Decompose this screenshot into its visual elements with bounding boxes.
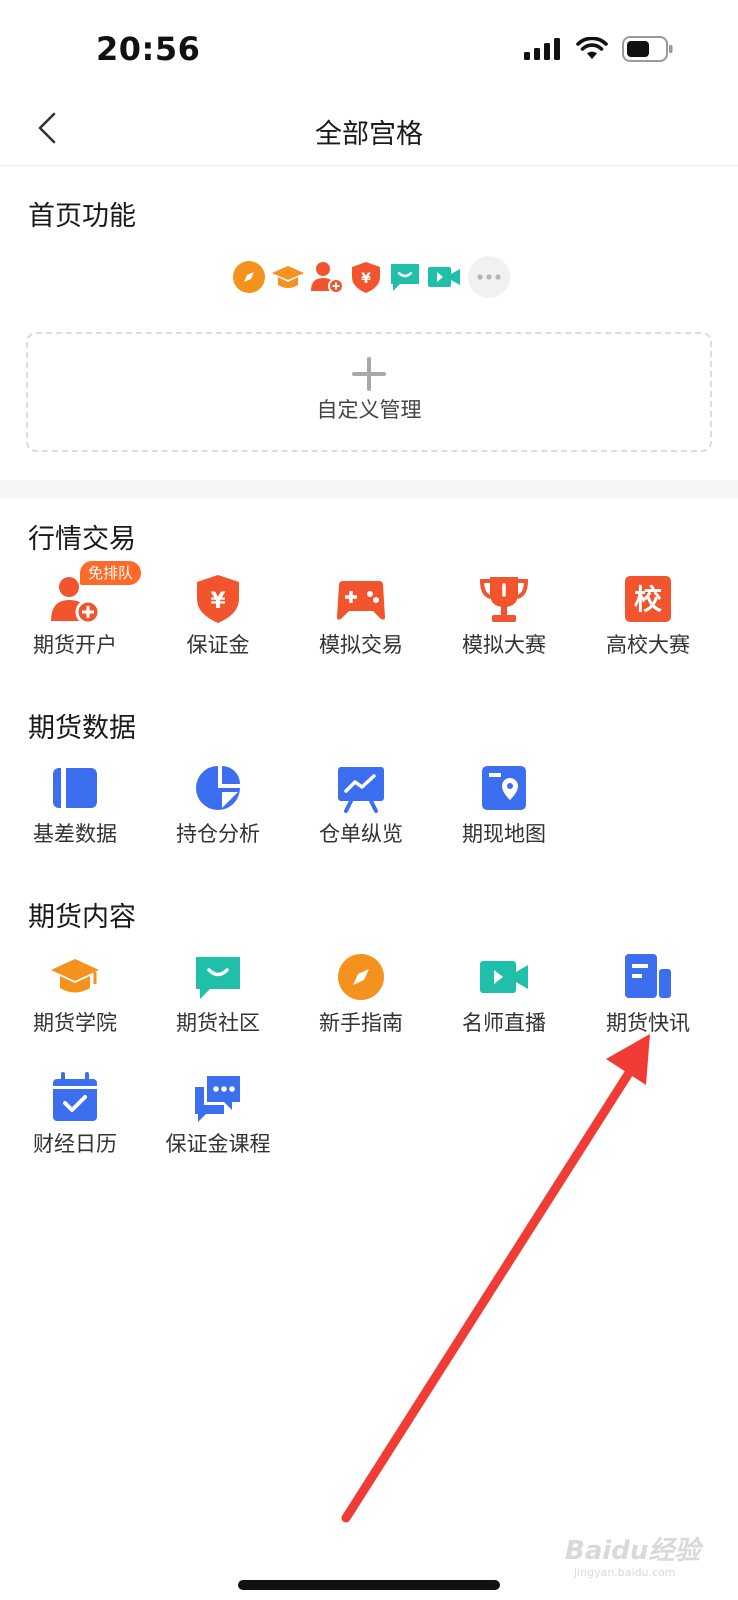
battery-icon — [622, 36, 673, 62]
grid-item-label: 期货社区 — [176, 1011, 260, 1035]
user-add-icon — [310, 260, 344, 294]
grid-item-label: 持仓分析 — [176, 822, 260, 846]
grid-item-label: 财经日历 — [33, 1132, 117, 1156]
grid-item-label: 期货学院 — [33, 1011, 117, 1035]
chat-bubble-icon — [388, 260, 422, 294]
grid-item-label: 期现地图 — [462, 822, 546, 846]
grid-item-warehouse-overview[interactable]: 仓单纵览 — [288, 762, 434, 862]
calendar-check-icon — [53, 1072, 97, 1121]
grid-item-position-analysis[interactable]: 持仓分析 — [145, 762, 291, 862]
grid-item-sim-contest[interactable]: 模拟大赛 — [431, 573, 577, 673]
grid-item-finance-calendar[interactable]: 财经日历 — [2, 1072, 148, 1172]
video-camera-icon — [427, 260, 461, 294]
section-divider — [0, 480, 738, 498]
school-glyph: 校 — [634, 583, 663, 616]
section-title-data: 期货数据 — [28, 713, 136, 744]
gamepad-icon — [337, 581, 385, 620]
compass-icon — [232, 260, 266, 294]
section-title-content: 期货内容 — [28, 902, 136, 933]
plus-icon — [352, 357, 386, 391]
grid-item-margin[interactable]: ¥ 保证金 — [145, 573, 291, 673]
video-camera-icon — [480, 961, 528, 993]
custom-manage-button[interactable]: 自定义管理 — [26, 332, 712, 452]
page-title: 全部宫格 — [315, 119, 423, 150]
grid-item-label: 模拟大赛 — [462, 633, 546, 657]
graduation-cap-icon — [51, 959, 99, 993]
section-title-trading: 行情交易 — [28, 524, 136, 555]
grid-item-sim-trading[interactable]: 模拟交易 — [288, 573, 434, 673]
school-icon: 校 — [625, 576, 671, 622]
grid-item-futures-community[interactable]: 期货社区 — [145, 951, 291, 1051]
status-bar: 20:56 — [0, 0, 738, 100]
pinned-icons: ¥ — [232, 256, 510, 298]
grid-item-spot-map[interactable]: 期现地图 — [431, 762, 577, 862]
yuan-shield-icon: ¥ — [349, 260, 383, 294]
watermark-logo: Baidu经验 — [565, 1536, 701, 1566]
grid-item-beginner-guide[interactable]: 新手指南 — [288, 951, 434, 1051]
grid-item-label: 仓单纵览 — [319, 822, 403, 846]
graduation-cap-icon — [271, 260, 305, 294]
grid-item-label: 名师直播 — [462, 1011, 546, 1035]
compass-icon — [338, 954, 384, 1000]
status-time: 20:56 — [96, 30, 201, 68]
queue-free-badge: 免排队 — [80, 561, 142, 585]
signal-icon — [524, 38, 560, 60]
grid-item-label: 保证金课程 — [165, 1132, 271, 1156]
newspaper-icon — [625, 954, 671, 998]
chat-bubble-icon — [196, 957, 240, 999]
grid-item-label: 保证金 — [186, 633, 250, 657]
notebook-icon — [53, 768, 97, 808]
custom-manage-label: 自定义管理 — [316, 398, 422, 422]
section-title-home: 首页功能 — [28, 201, 136, 232]
watermark-url: jingyan.baidu.com — [574, 1566, 676, 1579]
grid-item-futures-academy[interactable]: 期货学院 — [2, 951, 148, 1051]
grid-item-futures-account[interactable]: 免排队 期货开户 — [2, 561, 148, 673]
svg-text:¥: ¥ — [210, 589, 226, 614]
grid-item-label: 模拟交易 — [319, 633, 403, 657]
grid-item-college-contest[interactable]: 校 高校大赛 — [575, 573, 721, 673]
grid-item-basis-data[interactable]: 基差数据 — [2, 762, 148, 862]
map-pin-icon — [482, 766, 526, 810]
grid-item-label: 高校大赛 — [606, 633, 690, 657]
grid-item-label: 新手指南 — [319, 1011, 403, 1035]
pie-chart-icon — [196, 766, 240, 810]
grid-item-margin-course[interactable]: 保证金课程 — [145, 1072, 291, 1172]
svg-text:¥: ¥ — [361, 271, 371, 287]
nav-bar: 全部宫格 — [0, 96, 738, 166]
grid-item-label: 基差数据 — [33, 822, 117, 846]
grid-item-label: 期货开户 — [33, 633, 117, 657]
grid-item-label: 期货快讯 — [606, 1011, 690, 1035]
status-icons — [524, 34, 674, 64]
chat-messages-icon — [195, 1076, 240, 1122]
more-icon — [468, 256, 510, 298]
presentation-chart-icon — [338, 767, 384, 813]
home-indicator[interactable] — [238, 1580, 500, 1590]
wifi-icon — [576, 37, 608, 59]
grid-item-live-teacher[interactable]: 名师直播 — [431, 951, 577, 1051]
yuan-shield-icon: ¥ — [197, 575, 239, 623]
grid-item-futures-news[interactable]: 期货快讯 — [575, 951, 721, 1051]
trophy-icon — [479, 577, 529, 622]
